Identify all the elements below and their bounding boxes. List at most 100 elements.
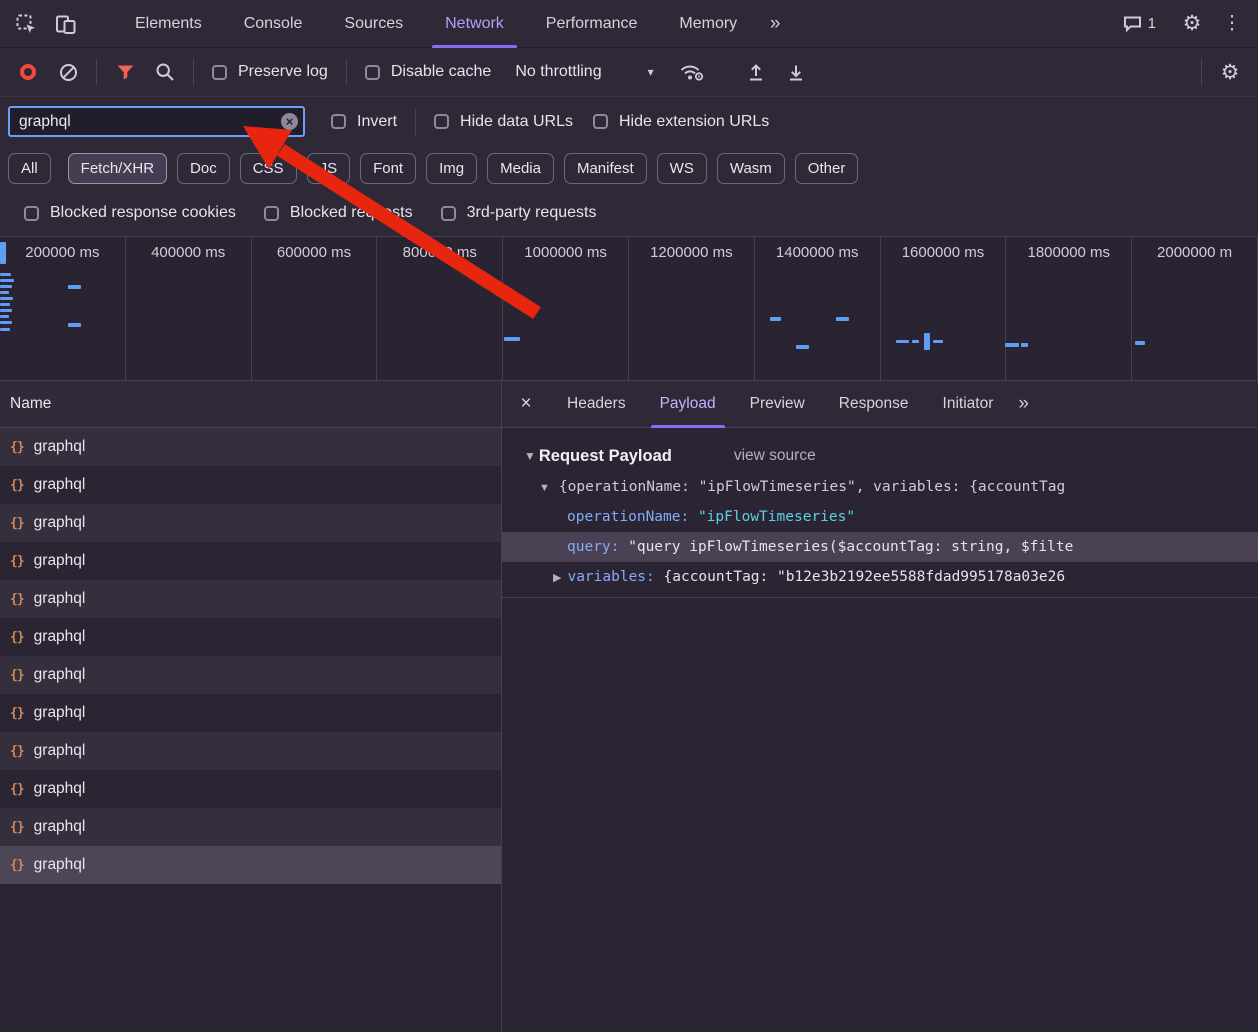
collapse-triangle-icon[interactable]: ▼ bbox=[539, 482, 550, 494]
column-header-name[interactable]: Name bbox=[0, 381, 501, 428]
request-timing-mark bbox=[0, 279, 14, 282]
tab-performance[interactable]: Performance bbox=[525, 0, 659, 48]
request-timing-mark bbox=[896, 340, 909, 343]
preserve-log-checkbox[interactable]: Preserve log bbox=[212, 63, 328, 81]
clear-network-log-button[interactable] bbox=[48, 52, 88, 92]
waterfall-overview[interactable]: 200000 ms400000 ms600000 ms800000 ms1000… bbox=[0, 236, 1258, 381]
settings-button[interactable]: ⚙ bbox=[1172, 4, 1212, 44]
payload-entry-query[interactable]: query: "query ipFlowTimeseries($accountT… bbox=[502, 532, 1258, 562]
details-panel: × HeadersPayloadPreviewResponseInitiator… bbox=[502, 381, 1258, 1032]
import-har-button[interactable] bbox=[736, 52, 776, 92]
request-row[interactable]: {}graphql bbox=[0, 504, 501, 542]
checkbox-icon[interactable] bbox=[212, 65, 227, 80]
detail-tab-response[interactable]: Response bbox=[822, 381, 926, 428]
type-filter-js[interactable]: JS bbox=[307, 153, 351, 184]
device-toolbar-button[interactable] bbox=[46, 4, 86, 44]
checkbox-icon[interactable] bbox=[264, 206, 279, 221]
more-tabs-button[interactable]: » bbox=[758, 4, 792, 44]
checkbox-icon[interactable] bbox=[441, 206, 456, 221]
console-messages-button[interactable]: 1 bbox=[1123, 15, 1156, 32]
type-filter-css[interactable]: CSS bbox=[240, 153, 297, 184]
filter-funnel-icon bbox=[117, 65, 134, 80]
filter-toggle-button[interactable] bbox=[105, 52, 145, 92]
clear-filter-button[interactable]: × bbox=[281, 113, 298, 130]
detail-tab-headers[interactable]: Headers bbox=[550, 381, 643, 428]
detail-tab-payload[interactable]: Payload bbox=[643, 381, 733, 428]
detail-tab-preview[interactable]: Preview bbox=[733, 381, 822, 428]
preserve-log-label: Preserve log bbox=[238, 63, 328, 81]
collapse-triangle-icon[interactable]: ▼ bbox=[524, 449, 536, 463]
tab-console[interactable]: Console bbox=[223, 0, 324, 48]
request-payload-section-header[interactable]: ▼ Request Payload view source bbox=[502, 440, 1258, 472]
payload-entry-operationname[interactable]: operationName: "ipFlowTimeseries" bbox=[502, 502, 1258, 532]
json-request-icon: {} bbox=[10, 440, 24, 455]
tab-elements[interactable]: Elements bbox=[114, 0, 223, 48]
request-row[interactable]: {}graphql bbox=[0, 580, 501, 618]
detail-tab-initiator[interactable]: Initiator bbox=[926, 381, 1011, 428]
type-filter-fetch-xhr[interactable]: Fetch/XHR bbox=[68, 153, 167, 184]
tab-network[interactable]: Network bbox=[424, 0, 525, 48]
throttling-value: No throttling bbox=[515, 63, 601, 81]
payload-key: query: bbox=[567, 539, 628, 555]
checkbox-icon[interactable] bbox=[593, 114, 608, 129]
network-settings-button[interactable]: ⚙ bbox=[1210, 52, 1250, 92]
type-filter-img[interactable]: Img bbox=[426, 153, 477, 184]
request-row[interactable]: {}graphql bbox=[0, 808, 501, 846]
type-filter-ws[interactable]: WS bbox=[657, 153, 707, 184]
payload-summary-row[interactable]: ▼{operationName: "ipFlowTimeseries", var… bbox=[502, 472, 1258, 502]
expand-triangle-icon[interactable]: ▶ bbox=[553, 572, 561, 584]
filter-input[interactable] bbox=[8, 106, 305, 137]
network-conditions-button[interactable] bbox=[672, 52, 712, 92]
disable-cache-checkbox[interactable]: Disable cache bbox=[365, 63, 492, 81]
type-filter-other[interactable]: Other bbox=[795, 153, 859, 184]
request-row[interactable]: {}graphql bbox=[0, 770, 501, 808]
request-name: graphql bbox=[34, 514, 86, 532]
export-har-button[interactable] bbox=[776, 52, 816, 92]
checkbox-icon[interactable] bbox=[365, 65, 380, 80]
tab-memory[interactable]: Memory bbox=[658, 0, 758, 48]
toolbar-divider bbox=[346, 59, 347, 85]
request-row[interactable]: {}graphql bbox=[0, 656, 501, 694]
option-blocked-response-cookies[interactable]: Blocked response cookies bbox=[24, 204, 236, 222]
checkbox-icon[interactable] bbox=[434, 114, 449, 129]
request-row[interactable]: {}graphql bbox=[0, 732, 501, 770]
request-row[interactable]: {}graphql bbox=[0, 846, 501, 884]
checkbox-icon[interactable] bbox=[331, 114, 346, 129]
search-button[interactable] bbox=[145, 52, 185, 92]
type-filter-font[interactable]: Font bbox=[360, 153, 416, 184]
hide-extension-urls-checkbox[interactable]: Hide extension URLs bbox=[593, 113, 769, 131]
invert-checkbox[interactable]: Invert bbox=[331, 113, 397, 131]
request-timing-mark bbox=[796, 345, 809, 349]
type-filter-all[interactable]: All bbox=[8, 153, 51, 184]
type-filter-doc[interactable]: Doc bbox=[177, 153, 230, 184]
chevron-down-icon: ▾ bbox=[648, 65, 654, 79]
request-name: graphql bbox=[34, 742, 86, 760]
menu-button[interactable]: ⋮ bbox=[1212, 4, 1252, 44]
request-row[interactable]: {}graphql bbox=[0, 428, 501, 466]
json-request-icon: {} bbox=[10, 668, 24, 683]
filter-bar: × Invert Hide data URLs Hide extension U… bbox=[0, 97, 1258, 146]
checkbox-icon[interactable] bbox=[24, 206, 39, 221]
type-filter-wasm[interactable]: Wasm bbox=[717, 153, 785, 184]
hide-data-urls-checkbox[interactable]: Hide data URLs bbox=[434, 113, 573, 131]
record-network-log-button[interactable] bbox=[8, 52, 48, 92]
inspect-element-button[interactable] bbox=[6, 4, 46, 44]
tab-sources[interactable]: Sources bbox=[323, 0, 424, 48]
more-detail-tabs-button[interactable]: » bbox=[1018, 393, 1029, 415]
throttling-select[interactable]: No throttling ▾ bbox=[515, 63, 653, 81]
request-timing-mark bbox=[924, 333, 930, 350]
option-3rd-party-requests[interactable]: 3rd-party requests bbox=[441, 204, 597, 222]
payload-entry-variables[interactable]: ▶variables: {accountTag: "b12e3b2192ee55… bbox=[502, 562, 1258, 592]
option-blocked-requests[interactable]: Blocked requests bbox=[264, 204, 413, 222]
type-filter-manifest[interactable]: Manifest bbox=[564, 153, 647, 184]
request-row[interactable]: {}graphql bbox=[0, 542, 501, 580]
view-source-link[interactable]: view source bbox=[734, 447, 816, 465]
type-filter-list: All Fetch/XHR Doc CSS JS Font Img Media Manifest… bbox=[8, 153, 868, 184]
filterbar-divider bbox=[415, 109, 416, 135]
close-details-button[interactable]: × bbox=[502, 393, 550, 415]
request-row[interactable]: {}graphql bbox=[0, 694, 501, 732]
request-row[interactable]: {}graphql bbox=[0, 466, 501, 504]
request-row[interactable]: {}graphql bbox=[0, 618, 501, 656]
hide-data-urls-label: Hide data URLs bbox=[460, 113, 573, 131]
type-filter-media[interactable]: Media bbox=[487, 153, 554, 184]
